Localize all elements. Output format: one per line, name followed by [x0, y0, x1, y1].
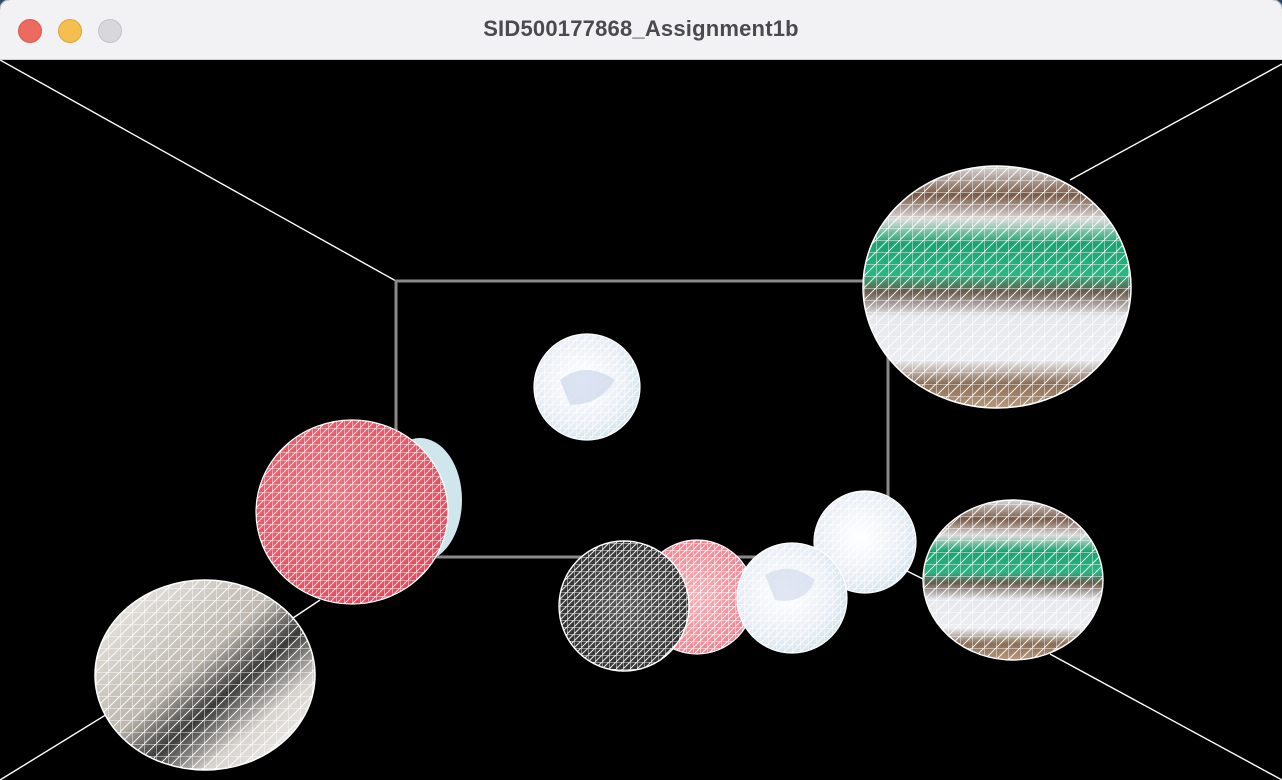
title-bar[interactable]: SID500177868_Assignment1b	[0, 0, 1282, 60]
scene-svg	[0, 60, 1282, 780]
sphere-red-large[interactable]	[255, 419, 462, 605]
sphere-white-small-center[interactable]	[533, 333, 641, 441]
sphere-white-grey-bottom-left[interactable]	[94, 579, 316, 771]
sphere-black-white[interactable]	[558, 540, 690, 672]
render-canvas[interactable]	[0, 60, 1282, 780]
sphere-green-large[interactable]	[862, 165, 1132, 409]
sphere-white-blue-mid[interactable]	[736, 542, 848, 654]
window-title: SID500177868_Assignment1b	[483, 16, 799, 41]
sphere-green-medium[interactable]	[922, 499, 1104, 661]
back-wall	[394, 279, 890, 559]
app-window: SID500177868_Assignment1b	[0, 0, 1282, 780]
